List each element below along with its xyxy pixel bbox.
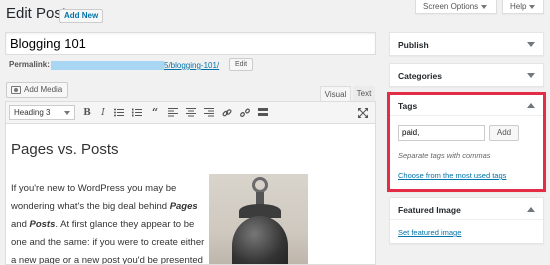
media-icon bbox=[11, 85, 21, 94]
link-icon[interactable] bbox=[219, 106, 235, 120]
edit-permalink-button[interactable]: Edit bbox=[229, 58, 254, 71]
chevron-up-icon[interactable] bbox=[527, 103, 535, 108]
unlink-icon[interactable] bbox=[237, 106, 253, 120]
add-media-button[interactable]: Add Media bbox=[6, 82, 69, 98]
align-left-icon[interactable] bbox=[165, 106, 181, 120]
format-select-value: Heading 3 bbox=[14, 108, 51, 117]
chevron-down-icon bbox=[529, 4, 536, 9]
add-tag-button[interactable]: Add bbox=[489, 125, 519, 141]
content-image[interactable] bbox=[209, 174, 308, 264]
help-button[interactable]: Help bbox=[502, 0, 544, 14]
editor: Heading 3 B I “ Pages vs. Posts If you'r… bbox=[5, 101, 376, 265]
categories-box[interactable]: Categories bbox=[389, 63, 544, 87]
chevron-down-icon bbox=[64, 111, 70, 115]
screen-options-label: Screen Options bbox=[423, 2, 479, 11]
align-center-icon[interactable] bbox=[183, 106, 199, 120]
content-heading: Pages vs. Posts bbox=[11, 141, 119, 158]
editor-toolbar: Heading 3 B I “ bbox=[6, 102, 375, 124]
tag-hint: Separate tags with commas bbox=[398, 151, 491, 160]
content-paragraph: If you're new to WordPress you may be wo… bbox=[11, 180, 206, 264]
categories-title: Categories bbox=[398, 71, 442, 81]
permalink-link[interactable]: 5/blogging-101/ bbox=[51, 60, 231, 72]
screen-options-button[interactable]: Screen Options bbox=[415, 0, 497, 14]
para-emphasis-posts: Posts bbox=[29, 219, 56, 230]
tag-input[interactable]: paid, bbox=[398, 125, 485, 141]
fullscreen-icon[interactable] bbox=[355, 106, 371, 120]
chevron-up-icon[interactable] bbox=[527, 207, 535, 212]
chevron-down-icon[interactable] bbox=[527, 42, 535, 47]
toolbar-toggle-icon[interactable] bbox=[255, 106, 271, 120]
tags-divider bbox=[390, 115, 543, 116]
featured-image-title: Featured Image bbox=[398, 205, 461, 215]
featured-divider bbox=[390, 219, 543, 220]
permalink-slug: 5/blogging-101/ bbox=[164, 61, 220, 70]
alarm-clock-ring bbox=[252, 177, 268, 193]
permalink-redacted-domain bbox=[51, 61, 164, 71]
align-right-icon[interactable] bbox=[201, 106, 217, 120]
tab-visual[interactable]: Visual bbox=[320, 86, 351, 101]
tab-text[interactable]: Text bbox=[353, 86, 375, 101]
page-title: Edit Post bbox=[6, 5, 67, 22]
post-title-input[interactable]: Blogging 101 bbox=[5, 32, 376, 55]
tags-title: Tags bbox=[398, 101, 418, 111]
permalink-label: Permalink: bbox=[9, 60, 50, 69]
format-select[interactable]: Heading 3 bbox=[9, 105, 75, 120]
para-emphasis-pages: Pages bbox=[169, 201, 198, 212]
most-used-tags-link[interactable]: Choose from the most used tags bbox=[398, 171, 506, 180]
add-new-button[interactable]: Add New bbox=[59, 9, 104, 23]
help-label: Help bbox=[510, 2, 527, 11]
para-text-2: and bbox=[11, 219, 30, 230]
permalink-row: Permalink: 5/blogging-101/ Edit bbox=[9, 58, 254, 71]
para-text-1: If you're new to WordPress you may be wo… bbox=[11, 183, 177, 212]
set-featured-image-link[interactable]: Set featured image bbox=[398, 228, 461, 237]
bulleted-list-icon[interactable] bbox=[111, 106, 127, 120]
chevron-down-icon[interactable] bbox=[527, 73, 535, 78]
italic-icon[interactable]: I bbox=[95, 106, 111, 120]
chevron-down-icon bbox=[481, 4, 488, 9]
bold-icon[interactable]: B bbox=[79, 106, 95, 120]
publish-title: Publish bbox=[398, 40, 429, 50]
add-media-label: Add Media bbox=[24, 85, 63, 94]
numbered-list-icon[interactable] bbox=[129, 106, 145, 120]
blockquote-icon[interactable]: “ bbox=[147, 106, 163, 120]
publish-box[interactable]: Publish bbox=[389, 32, 544, 56]
featured-image-box: Featured Image Set featured image bbox=[389, 197, 544, 244]
tags-box: Tags paid, Add Separate tags with commas… bbox=[387, 92, 546, 192]
alarm-clock-body bbox=[232, 216, 288, 264]
